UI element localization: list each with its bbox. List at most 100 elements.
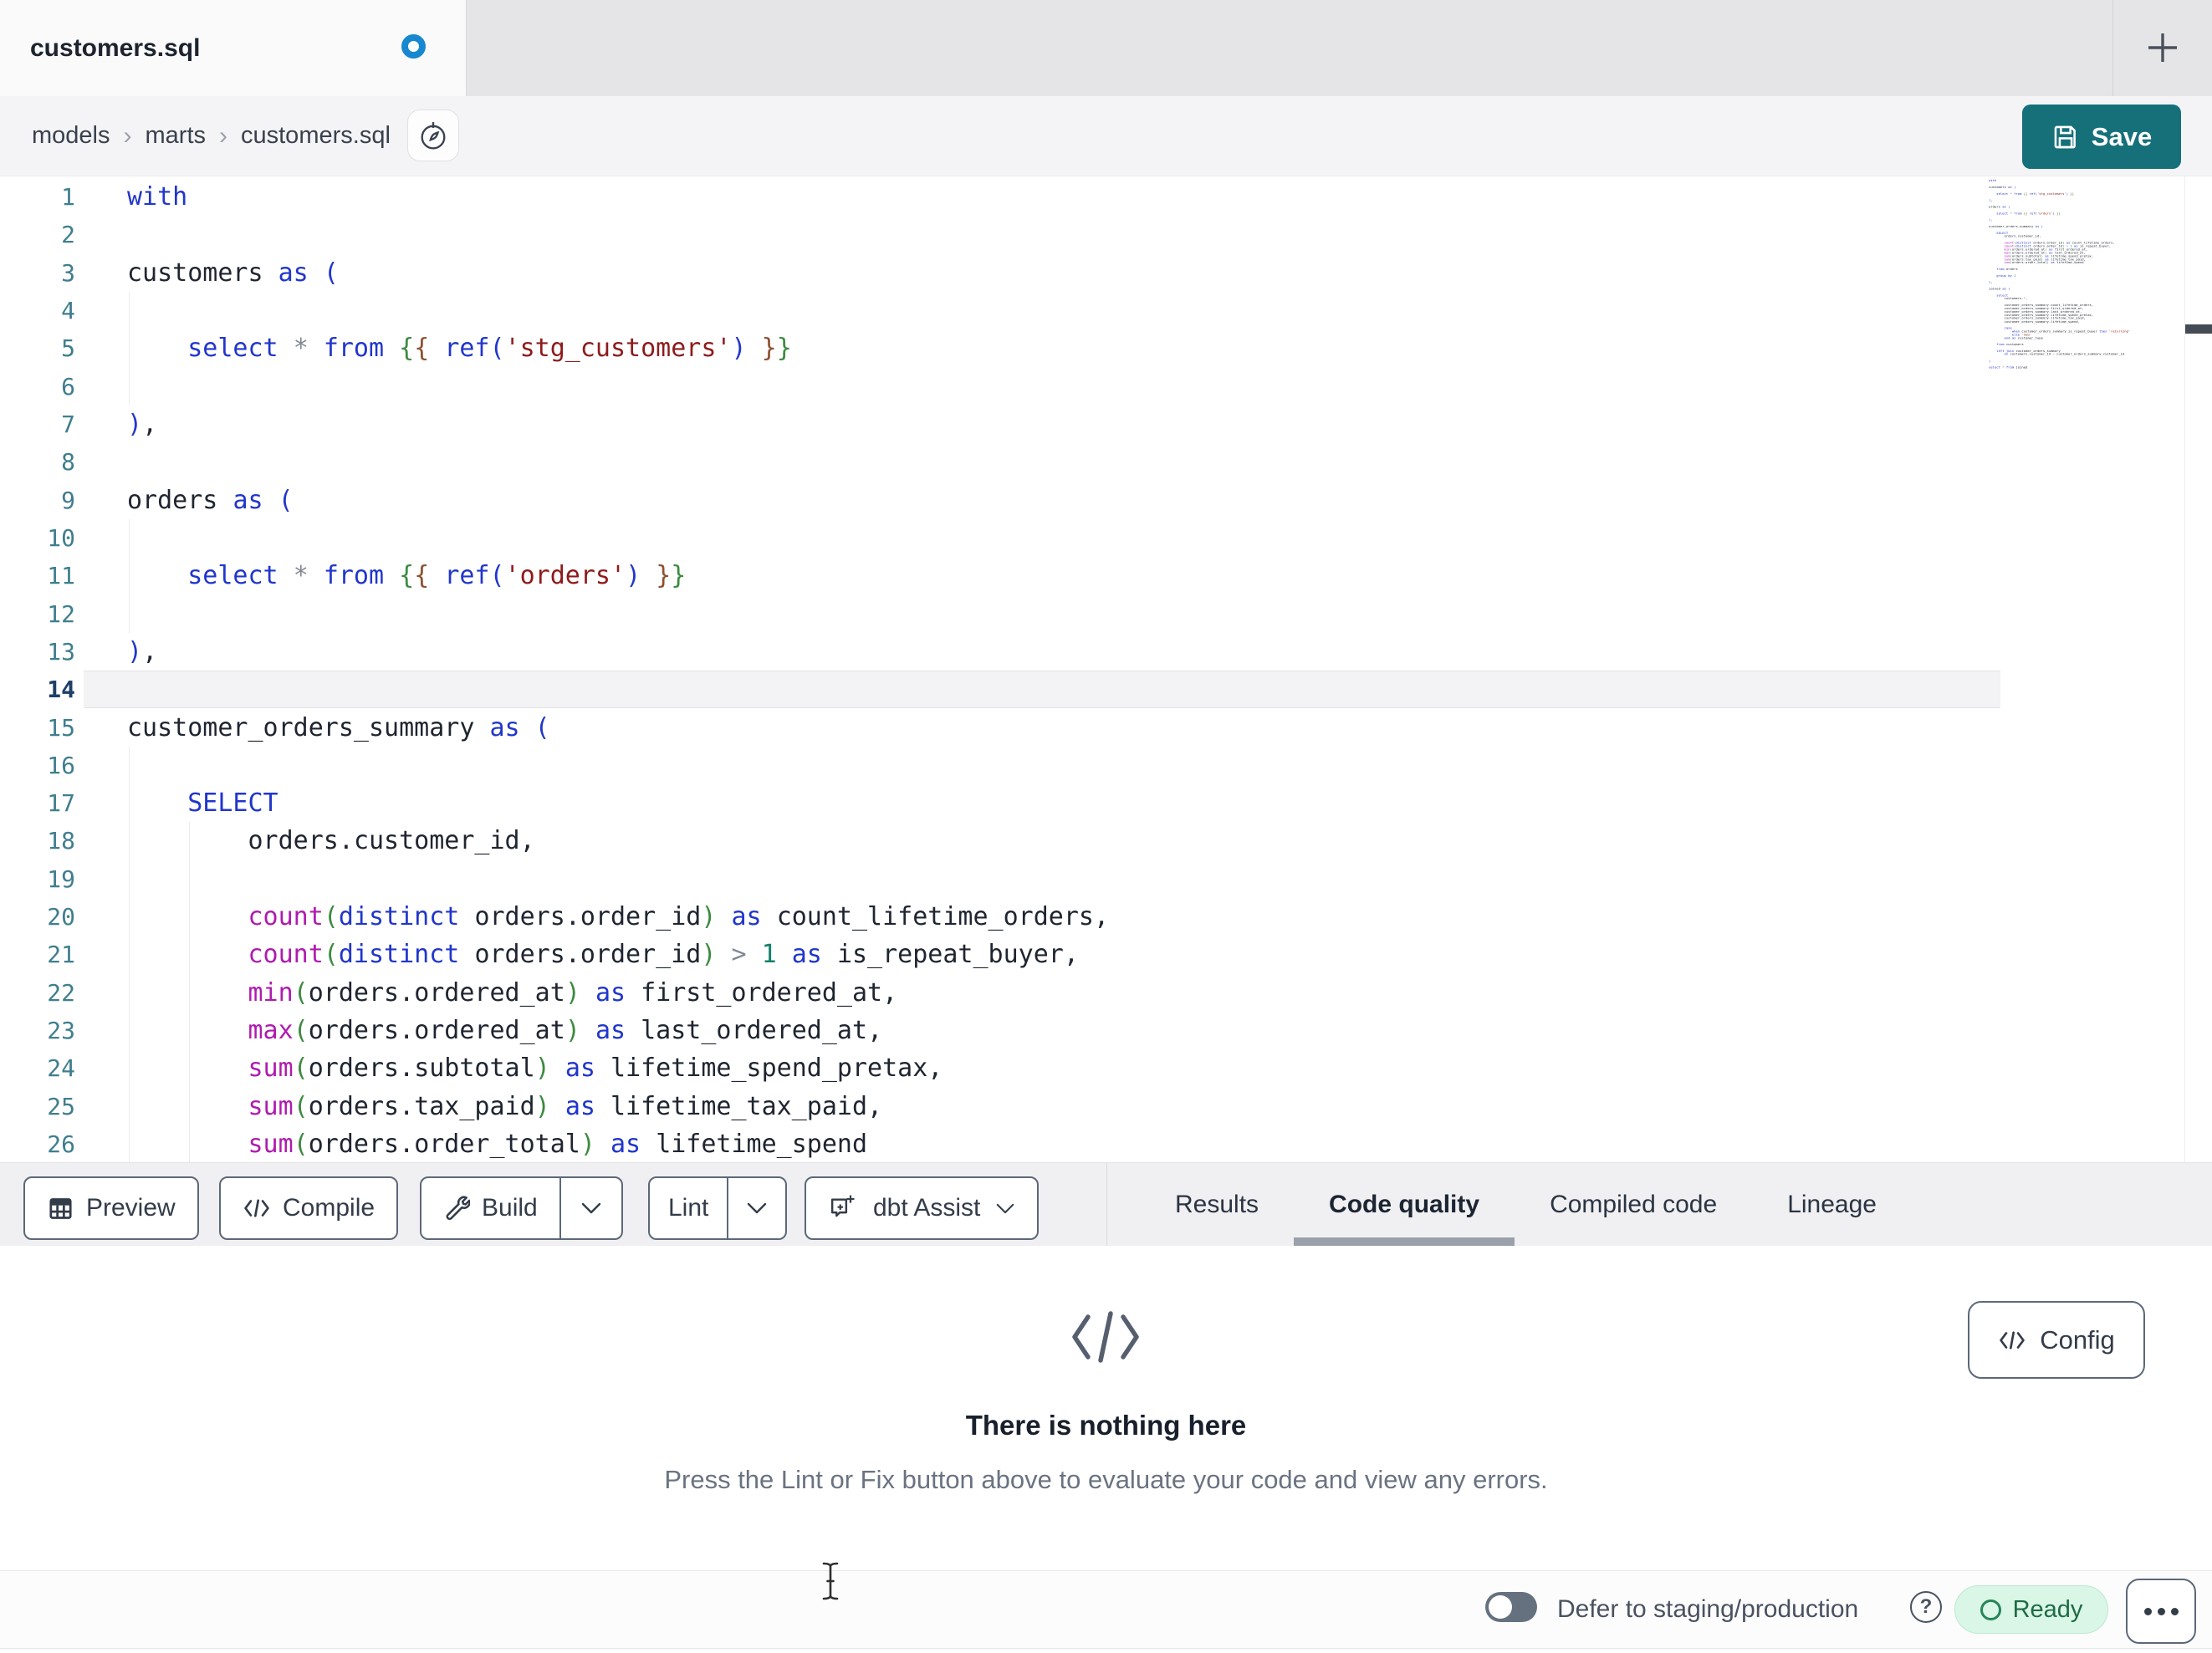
code-line[interactable]: 20 count(distinct orders.order_id) as co… (0, 897, 2212, 936)
code-text: customer_orders_summary as ( (127, 712, 550, 742)
build-button[interactable]: Build (421, 1178, 559, 1238)
toolbar-tabs-divider (1106, 1163, 1107, 1247)
tab-code-quality-label: Code quality (1329, 1191, 1480, 1218)
line-number: 26 (47, 1130, 75, 1158)
code-line[interactable]: 11 select * from {{ ref('orders') }} (0, 557, 2212, 595)
status-badge-label: Ready (2012, 1595, 2083, 1623)
dot-icon (2157, 1607, 2165, 1615)
code-brackets-icon (244, 1199, 269, 1217)
code-line[interactable]: 14 (0, 671, 2212, 709)
code-line[interactable]: 12 (0, 594, 2212, 633)
line-number: 15 (47, 713, 75, 742)
breadcrumb-item-marts[interactable]: marts (146, 122, 207, 150)
new-tab-button[interactable] (2136, 21, 2189, 74)
line-number: 10 (47, 523, 75, 552)
code-line[interactable]: 17 SELECT (0, 784, 2212, 823)
code-line[interactable]: 25 sum(orders.tax_paid) as lifetime_tax_… (0, 1087, 2212, 1125)
plus-icon (2148, 33, 2177, 62)
build-split-button: Build (420, 1176, 623, 1240)
code-line[interactable]: 4 (0, 291, 2212, 330)
tab-code-quality[interactable]: Code quality (1294, 1163, 1515, 1247)
code-text: select * from {{ ref('orders') }} (187, 561, 687, 591)
tab-compiled-code[interactable]: Compiled code (1515, 1163, 1752, 1247)
compile-button[interactable]: Compile (219, 1176, 399, 1240)
line-number: 22 (47, 978, 75, 1007)
scrollbar-cursor-marker[interactable] (2185, 324, 2212, 334)
tab-results[interactable]: Results (1140, 1163, 1294, 1247)
status-badge[interactable]: Ready (1954, 1585, 2108, 1634)
line-number: 18 (47, 827, 75, 855)
save-button[interactable]: Save (2022, 105, 2181, 169)
save-floppy-icon (2054, 125, 2076, 148)
dbt-assist-button-label: dbt Assist (873, 1194, 981, 1222)
line-number: 12 (47, 599, 75, 628)
line-number: 11 (47, 562, 75, 590)
lint-split-button: Lint (648, 1176, 788, 1240)
code-editor[interactable]: 1 with 2 3 customers as (4 5 select * from {{… (0, 176, 2212, 1164)
tab-lineage[interactable]: Lineage (1752, 1163, 1912, 1247)
more-options-button[interactable] (2126, 1579, 2196, 1644)
code-text: customers as ( (127, 258, 339, 288)
code-line[interactable]: 13), (0, 633, 2212, 671)
chevron-right-icon: › (219, 121, 227, 150)
code-line[interactable]: 3 customers as ( (0, 254, 2212, 292)
tab-customers-sql[interactable]: customers.sql (0, 0, 467, 96)
wrench-icon (446, 1196, 470, 1221)
code-text: min(orders.ordered_at) as first_ordered_… (248, 977, 898, 1008)
code-line[interactable]: 10 (0, 518, 2212, 558)
code-line[interactable]: 18 orders.customer_id, (0, 822, 2212, 860)
explore-lineage-button[interactable] (407, 110, 459, 161)
lint-button[interactable]: Lint (650, 1178, 727, 1238)
status-bar: Defer to staging/production ? Ready (0, 1570, 2212, 1649)
line-number: 4 (61, 297, 75, 325)
dbt-assist-button[interactable]: dbt Assist (805, 1176, 1040, 1240)
code-line[interactable]: 8 (0, 443, 2212, 481)
code-brackets-icon (2000, 1330, 2025, 1349)
code-line[interactable]: 23 max(orders.ordered_at) as last_ordere… (0, 1011, 2212, 1050)
code-line[interactable]: 19 (0, 860, 2212, 898)
code-line[interactable]: 5 select * from {{ ref('stg_customers') … (0, 329, 2212, 368)
empty-state-description: Press the Lint or Fix button above to ev… (664, 1465, 1548, 1494)
line-number: 23 (47, 1017, 75, 1045)
code-text: ), (127, 410, 158, 440)
line-number: 6 (61, 372, 75, 400)
chevron-right-icon: › (123, 121, 132, 150)
code-text: sum(orders.tax_paid) as lifetime_tax_pai… (248, 1091, 883, 1121)
code-text: orders as ( (127, 485, 294, 515)
code-line[interactable]: 1 with (0, 178, 2212, 216)
build-dropdown-button[interactable] (561, 1178, 621, 1238)
line-number: 24 (47, 1054, 75, 1083)
code-line[interactable]: 7), (0, 406, 2212, 443)
defer-label: Defer to staging/production (1557, 1595, 1859, 1623)
code-line[interactable]: 2 (0, 216, 2212, 253)
lint-dropdown-button[interactable] (728, 1178, 785, 1238)
code-line[interactable]: 16 (0, 746, 2212, 784)
tab-bar-divider (2112, 0, 2113, 96)
compile-button-label: Compile (283, 1194, 375, 1222)
code-line[interactable]: 9 orders as ( (0, 482, 2212, 519)
code-line[interactable]: 6 (0, 367, 2212, 406)
line-number: 9 (61, 486, 75, 514)
line-number: 3 (61, 258, 75, 287)
breadcrumb-item-models[interactable]: models (32, 122, 110, 150)
defer-toggle[interactable] (1485, 1592, 1537, 1622)
line-number: 17 (47, 789, 75, 818)
code-line[interactable]: 21 count(distinct orders.order_id) > 1 a… (0, 936, 2212, 974)
build-button-label: Build (482, 1194, 538, 1222)
minimap[interactable]: with customers as ( select * from {{ ref(… (1989, 179, 2181, 373)
preview-button[interactable]: Preview (23, 1176, 199, 1240)
compass-icon (421, 122, 446, 150)
line-number: 1 (61, 183, 75, 212)
code-text: select * from {{ ref('stg_customers') }} (187, 334, 792, 364)
line-number: 25 (47, 1092, 75, 1120)
status-ring-icon (1980, 1599, 2001, 1620)
config-button[interactable]: Config (1968, 1301, 2145, 1379)
code-line[interactable]: 24 sum(orders.subtotal) as lifetime_spen… (0, 1049, 2212, 1088)
code-line[interactable]: 26 sum(orders.order_total) as lifetime_s… (0, 1125, 2212, 1164)
help-icon[interactable]: ? (1910, 1591, 1942, 1623)
code-line[interactable]: 15 customer_orders_summary as ( (0, 708, 2212, 746)
code-text: max(orders.ordered_at) as last_ordered_a… (248, 1016, 883, 1046)
code-line[interactable]: 22 min(orders.ordered_at) as first_order… (0, 973, 2212, 1012)
dbt-ide-window: customers.sql models › marts › customers… (0, 0, 2212, 1653)
line-number: 16 (47, 751, 75, 779)
